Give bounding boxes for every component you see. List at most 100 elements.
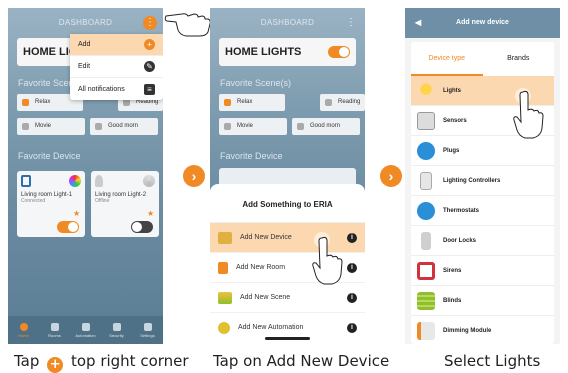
clock-icon [218,321,230,334]
screen-title: Add new device [456,19,509,26]
scene-good-morning[interactable]: Good morn [90,118,158,135]
tab-label: Rooms [48,332,61,338]
device-type-label: Lighting Controllers [443,177,501,184]
pointing-hand-icon [164,13,211,37]
device-type-thermostats[interactable]: Thermostats [411,196,554,226]
lock-icon [421,231,431,250]
next-step-arrow-icon: › [380,165,402,187]
scene-relax[interactable]: Relax [219,94,285,111]
dimmer-icon [417,322,435,340]
caption-step-1: Tap + top right corner [14,352,189,373]
plus-icon: + [47,357,64,373]
layers-icon [218,291,232,304]
scene-movie[interactable]: Movie [219,118,287,135]
sheet-item-label: Add New Automation [238,324,304,331]
switch-icon [420,171,432,190]
device-tabs: Device type Brands [411,42,554,76]
caption-step-3: Select Lights [444,352,541,370]
device-type-list: Device type Brands Lights Sensors Plugs … [411,42,554,344]
screen-add-sheet: DASHBOARD ⋮ HOME LIGHTS Favorite Scene(s… [210,8,365,344]
info-icon[interactable]: i [347,262,357,273]
sheet-item-label: Add New Room [236,264,286,271]
tab-brands[interactable]: Brands [483,42,555,76]
scene-label: Movie [35,123,52,129]
tab-security[interactable]: Security [106,322,128,338]
device-toggle[interactable] [131,221,153,233]
home-icon [19,322,28,331]
reading-icon [325,99,332,106]
favorite-scenes-label: Favorite Scene(s) [220,78,292,88]
device-type-label: Thermostats [443,207,480,214]
pointing-hand-icon [513,90,544,139]
screen-header: ◀ Add new device [405,8,560,38]
pencil-icon: ✎ [144,61,155,72]
gear-icon [143,322,152,331]
scene-label: Relax [35,99,51,105]
reading-icon [123,99,130,106]
device-icon [218,231,232,244]
tab-settings[interactable]: Settings [137,322,159,338]
device-type-label: Plugs [443,147,460,154]
scene-movie[interactable]: Movie [17,118,85,135]
menu-item-notifications[interactable]: All notifications ≡ [70,78,163,100]
device-type-dimming-module[interactable]: Dimming Module [411,316,554,344]
device-type-blinds[interactable]: Blinds [411,286,554,316]
door-icon [218,261,228,274]
color-wheel-icon[interactable] [143,175,155,187]
scene-label: Good morn [108,123,139,129]
device-type-label: Sirens [443,267,462,274]
device-type-label: Dimming Module [443,328,492,334]
tab-rooms[interactable]: Rooms [44,322,66,338]
tab-home[interactable]: Home [13,322,35,338]
favorite-star-icon[interactable]: ★ [147,209,154,218]
scene-label: Reading [338,99,361,105]
device-icon [21,175,31,187]
tab-automation[interactable]: Automation [75,322,97,338]
caption-step-2: Tap on Add New Device [213,352,390,370]
menu-item-label: Edit [78,63,91,70]
plus-icon: + [144,39,155,50]
screen-title: DASHBOARD [260,18,315,27]
info-icon[interactable]: i [347,232,357,243]
siren-icon [417,261,435,280]
back-arrow-icon[interactable]: ◀ [415,8,421,38]
home-lights-toggle[interactable] [328,46,350,58]
device-type-plugs[interactable]: Plugs [411,136,554,166]
scene-good-morning[interactable]: Good morn [292,118,360,135]
sheet-item-label: Add New Scene [240,294,291,301]
caption-text: Tap [14,352,40,370]
caption-text: top right corner [70,352,189,370]
sensor-icon [417,111,435,130]
home-card-title: HOME LIGHTS [225,46,302,58]
device-type-label: Blinds [443,297,462,304]
device-type-door-locks[interactable]: Door Locks [411,226,554,256]
info-icon[interactable]: i [347,292,357,303]
device-card-light-1[interactable]: Living room Light-1 Connected ★ [17,171,85,237]
menu-item-add[interactable]: Add + [70,34,163,56]
relax-icon [22,99,29,106]
device-type-label: Sensors [443,117,467,124]
favorite-star-icon[interactable]: ★ [73,209,80,218]
more-menu-icon[interactable]: ⋮ [143,16,157,30]
info-icon[interactable]: i [347,322,357,333]
rooms-icon [50,322,59,331]
tab-device-type[interactable]: Device type [411,42,483,76]
sunrise-icon [297,123,304,130]
bulb-icon [417,81,435,100]
device-status: Connected [21,198,46,204]
screen-title: DASHBOARD [58,18,113,27]
home-lights-card[interactable]: HOME LIGHTS [219,38,356,66]
color-wheel-icon[interactable] [69,175,81,187]
scene-label: Good morn [310,123,341,129]
add-new-scene-item[interactable]: Add New Scene i [210,282,365,312]
menu-item-edit[interactable]: Edit ✎ [70,56,163,78]
tab-label: Settings [140,332,155,338]
device-type-sirens[interactable]: Sirens [411,256,554,286]
device-type-lighting-controllers[interactable]: Lighting Controllers [411,166,554,196]
device-toggle[interactable] [57,221,79,233]
dashboard-menu: Add + Edit ✎ All notifications ≡ [70,34,163,100]
more-menu-icon[interactable]: ⋮ [345,16,357,30]
sheet-item-label: Add New Device [240,234,292,241]
scene-reading[interactable]: Reading [320,94,365,111]
device-card-light-2[interactable]: Living room Light-2 Offline ★ [91,171,159,237]
